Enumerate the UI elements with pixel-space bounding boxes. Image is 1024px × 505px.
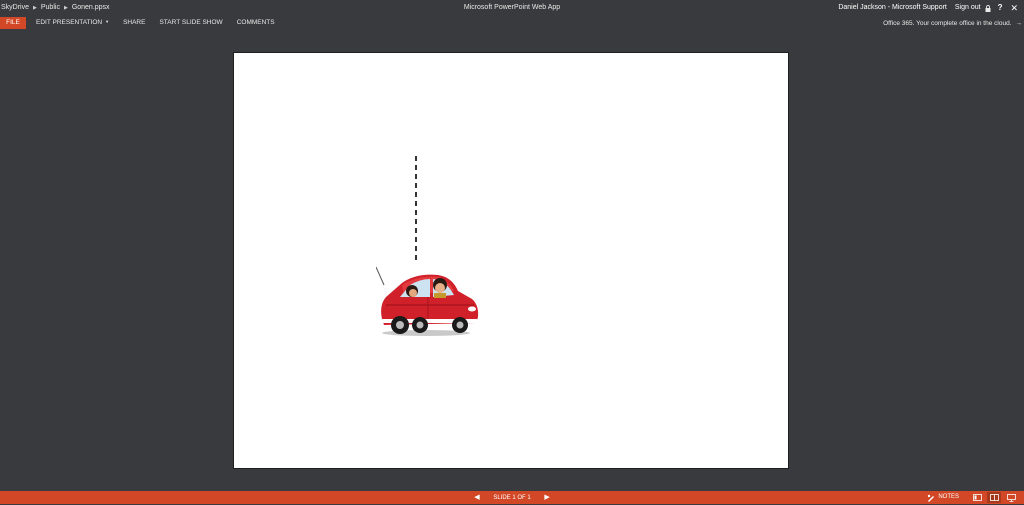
slide-counter: SLIDE 1 OF 1 (493, 495, 531, 501)
reading-view-icon (989, 494, 999, 501)
help-icon[interactable]: ? (998, 0, 1003, 16)
notes-button[interactable]: NOTES (927, 491, 959, 504)
share-button[interactable]: SHARE (123, 16, 145, 30)
slide-canvas[interactable] (233, 52, 789, 469)
slide-show-view-button[interactable] (1004, 492, 1018, 503)
user-name[interactable]: Daniel Jackson - Microsoft Support (838, 0, 947, 16)
office365-promo[interactable]: Office 365. Your complete office in the … (883, 17, 1022, 31)
sign-out-link[interactable]: Sign out (955, 0, 981, 16)
promo-text: Office 365. Your complete office in the … (883, 20, 1012, 27)
normal-view-icon (972, 494, 982, 501)
slide-show-icon (1006, 493, 1016, 502)
account-area: Daniel Jackson - Microsoft Support Sign … (838, 0, 1018, 16)
ribbon-menu: EDIT PRESENTATION ▼ SHARE START SLIDE SHO… (36, 16, 289, 30)
arrow-right-icon: → (1015, 20, 1023, 27)
edit-presentation-label: EDIT PRESENTATION (36, 19, 103, 26)
slide-navigation: ◀ SLIDE 1 OF 1 ▶ (0, 491, 1024, 505)
edit-presentation-menu[interactable]: EDIT PRESENTATION ▼ (36, 16, 109, 30)
file-tab[interactable]: FILE (0, 17, 26, 29)
notes-label: NOTES (938, 494, 959, 500)
caret-down-icon: ▼ (105, 19, 110, 24)
lock-icon[interactable] (985, 4, 991, 12)
next-slide-icon[interactable]: ▶ (544, 491, 549, 504)
car-illustration (376, 266, 479, 336)
ribbon: FILE EDIT PRESENTATION ▼ SHARE START SLID… (0, 16, 1024, 30)
reading-view-button[interactable] (987, 492, 1001, 503)
motion-path-line (415, 156, 417, 262)
title-bar: SkyDrive ▶ Public ▶ Gonen.ppsx Microsoft… (0, 0, 1024, 16)
comments-button[interactable]: COMMENTS (237, 16, 275, 30)
previous-slide-icon[interactable]: ◀ (474, 491, 479, 504)
view-controls: NOTES (927, 491, 1018, 504)
notes-icon (928, 494, 935, 502)
normal-view-button[interactable] (970, 492, 984, 503)
status-bar: ◀ SLIDE 1 OF 1 ▶ NOTES (0, 491, 1024, 504)
start-slide-show-button[interactable]: START SLIDE SHOW (159, 16, 222, 30)
close-icon[interactable]: ✕ (1010, 0, 1018, 16)
